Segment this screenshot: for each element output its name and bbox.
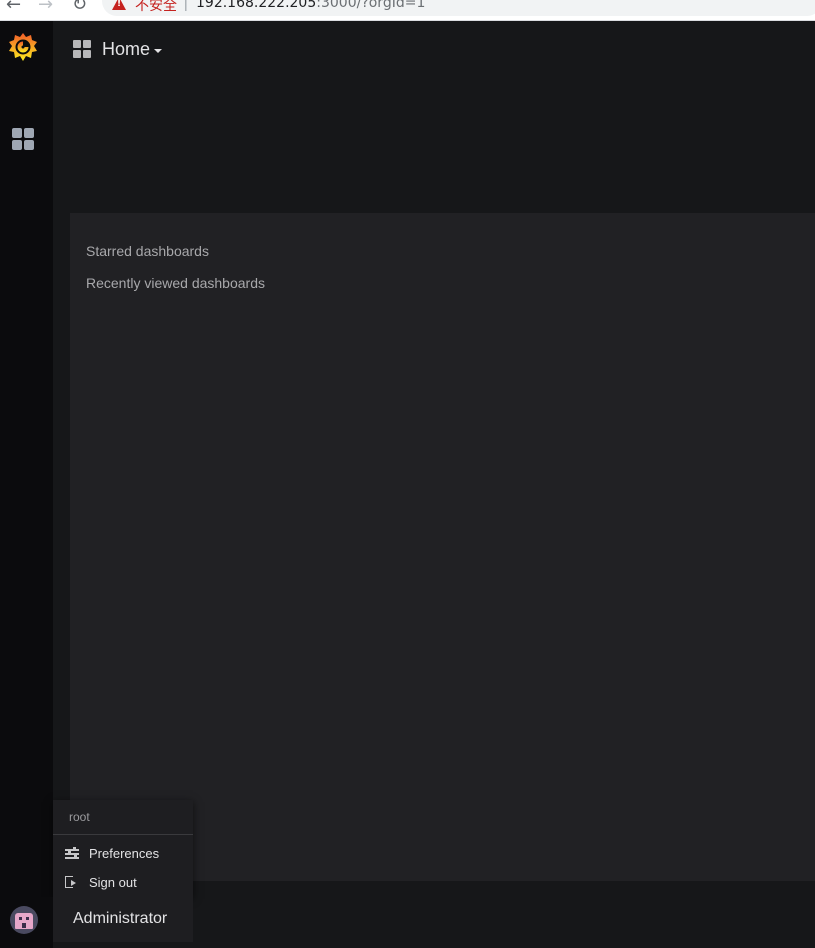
insecure-label[interactable]: 不安全 [135,0,177,15]
apps-grid-icon [73,39,92,59]
recently-viewed-dashboards-section[interactable]: Recently viewed dashboards [86,275,265,291]
preferences-menu-item[interactable]: Preferences [53,840,193,866]
profile-username: root [69,810,90,824]
sidemenu [0,21,53,948]
sign-out-menu-item[interactable]: Sign out [53,869,193,895]
url-separator: | [184,0,188,11]
url-text[interactable]: 192.168.222.205:3000/?orgId=1 [196,0,425,11]
warning-icon [112,0,126,10]
back-arrow-icon[interactable]: ← [6,0,21,14]
caret-down-icon [154,49,163,53]
page-title: Home [102,38,151,59]
avatar-cell[interactable] [0,897,53,942]
avatar-mouth [22,923,26,928]
sliders-icon [65,847,79,859]
preferences-label: Preferences [89,845,160,861]
avatar-eye-left [19,917,22,920]
browser-toolbar: ← → ↻ 不安全 | 192.168.222.205:3000/?orgId=… [0,0,815,21]
url-path: :3000/?orgId=1 [316,0,426,11]
url-host: 192.168.222.205 [196,0,317,11]
profile-role-label: Administrator [73,910,168,927]
profile-menu-header: root [53,800,193,835]
dashboards-icon[interactable] [12,128,36,152]
avatar-eye-right [26,917,29,920]
home-dashboard-panel: Starred dashboards Recently viewed dashb… [70,213,815,881]
sign-out-icon [65,876,76,888]
grafana-logo-icon[interactable] [7,31,39,65]
dashboard-picker-button[interactable]: Home [73,38,163,60]
forward-arrow-icon[interactable]: → [38,0,53,14]
avatar[interactable] [10,906,38,934]
sign-out-label: Sign out [89,874,137,890]
address-bar[interactable]: 不安全 | 192.168.222.205:3000/?orgId=1 [102,0,815,16]
top-navbar: Home [53,21,815,213]
starred-dashboards-section[interactable]: Starred dashboards [86,243,209,259]
reload-icon[interactable]: ↻ [72,0,87,14]
